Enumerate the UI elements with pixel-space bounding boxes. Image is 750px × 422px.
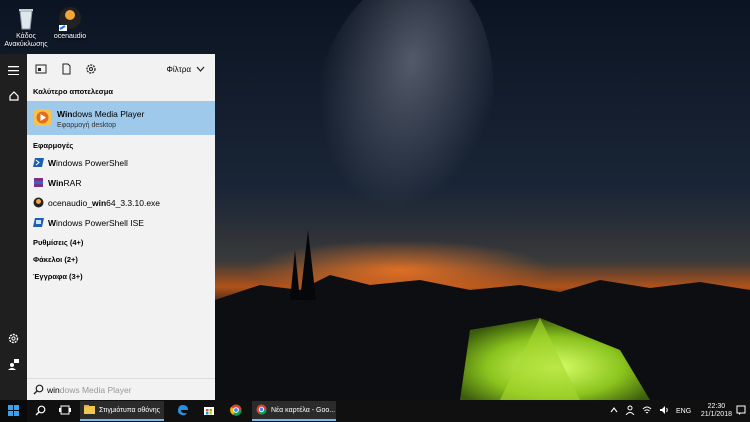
- app-item-powershell-ise[interactable]: Windows PowerShell ISE: [27, 213, 215, 233]
- search-icon: [33, 384, 44, 397]
- best-match-name: Windows Media Player: [57, 109, 145, 119]
- category-documents[interactable]: Έγγραφα (3+): [33, 272, 83, 281]
- hamburger-icon: [8, 65, 19, 77]
- taskbar-app-chrome-window[interactable]: Νέα καρτέλα - Goo...: [252, 401, 336, 421]
- desktop-icon-label: Κάδος Ανακύκλωσης: [4, 33, 48, 48]
- action-center-button[interactable]: [736, 400, 746, 422]
- language-indicator[interactable]: ENG: [676, 408, 691, 415]
- app-item-label: WinRAR: [48, 178, 82, 188]
- edge-icon: [177, 404, 189, 418]
- taskbar-chrome-button[interactable]: [225, 400, 247, 422]
- task-view-button[interactable]: [55, 400, 75, 422]
- home-button[interactable]: [0, 84, 27, 110]
- taskbar-app-label: Στιγμιότυπα οθόνης: [99, 406, 160, 414]
- window-icon: [35, 64, 47, 77]
- home-icon: [8, 91, 19, 103]
- best-match-subtitle: Εφαρμογή desktop: [57, 122, 117, 129]
- clock[interactable]: 22:30 21/1/2018: [701, 403, 732, 419]
- media-player-icon: [34, 109, 51, 128]
- notification-icon: [736, 405, 746, 417]
- taskbar-app-screenshots-folder[interactable]: Στιγμιότυπα οθόνης: [80, 401, 164, 421]
- system-tray: ENG: [610, 400, 691, 422]
- search-input[interactable]: windows Media Player: [27, 378, 215, 401]
- network-icon[interactable]: [642, 405, 652, 417]
- app-item-ocenaudio-installer[interactable]: ocenaudio_win64_3.3.10.exe: [27, 193, 215, 213]
- settings-button[interactable]: [0, 326, 27, 352]
- feedback-button[interactable]: [0, 352, 27, 378]
- volume-icon[interactable]: [659, 405, 669, 417]
- powershell-ise-icon: [33, 217, 44, 228]
- windows-logo-icon: [8, 404, 19, 418]
- app-item-label: Windows PowerShell ISE: [48, 218, 144, 228]
- person-feedback-icon: [8, 358, 19, 372]
- gear-icon: [8, 333, 19, 346]
- best-match-header: Καλύτερο αποτελεσμα: [33, 87, 113, 96]
- ocenaudio-icon: [33, 197, 44, 208]
- start-button[interactable]: [0, 400, 27, 422]
- app-item-powershell[interactable]: Windows PowerShell: [27, 153, 215, 173]
- app-item-label: Windows PowerShell: [48, 158, 128, 168]
- app-item-winrar[interactable]: WinRAR: [27, 173, 215, 193]
- recycle-bin-icon: [13, 5, 39, 31]
- ocenaudio-icon: [57, 5, 83, 31]
- task-view-icon: [59, 405, 71, 417]
- search-query: windows Media Player: [47, 385, 132, 395]
- apps-filter-button[interactable]: [35, 63, 49, 77]
- clock-time: 22:30: [707, 403, 726, 410]
- taskbar: Στιγμιότυπα οθόνης Νέα καρτέλα - Goo...: [0, 400, 750, 422]
- gear-icon: [85, 64, 97, 77]
- winrar-icon: [33, 177, 44, 188]
- taskbar-store-button[interactable]: [198, 400, 220, 422]
- powershell-icon: [33, 157, 44, 168]
- clock-date: 21/1/2018: [700, 411, 732, 418]
- chevron-down-icon: [196, 65, 205, 74]
- search-icon: [35, 405, 46, 418]
- search-results-panel: Φίλτρα Καλύτερο αποτελεσμα Windows Media…: [27, 54, 215, 400]
- desktop-icon-label: ocenaudio: [53, 33, 87, 40]
- chrome-icon: [256, 404, 267, 417]
- category-folders[interactable]: Φάκελοι (2+): [33, 255, 78, 264]
- desktop-icon-ocenaudio[interactable]: ocenaudio: [44, 5, 96, 41]
- app-item-label: ocenaudio_win64_3.3.10.exe: [48, 198, 161, 208]
- taskbar-search-button[interactable]: [30, 400, 50, 422]
- store-bag-icon: [203, 404, 215, 418]
- taskbar-app-label: Νέα καρτέλα - Goo...: [271, 406, 336, 414]
- category-settings[interactable]: Ρυθμίσεις (4+): [33, 238, 83, 247]
- best-match-item[interactable]: Windows Media Player Εφαρμογή desktop: [27, 101, 215, 135]
- search-toolbar: Φίλτρα: [27, 54, 215, 86]
- chrome-icon: [230, 404, 242, 418]
- document-icon: [60, 63, 72, 77]
- hamburger-menu-button[interactable]: [0, 58, 27, 84]
- folder-icon: [84, 404, 95, 416]
- start-menu-rail: [0, 54, 27, 400]
- filters-label: Φίλτρα: [166, 65, 192, 74]
- taskbar-edge-button[interactable]: [172, 400, 194, 422]
- show-hidden-icons-chevron-icon[interactable]: [610, 407, 618, 415]
- people-icon[interactable]: [625, 405, 635, 417]
- settings-filter-button[interactable]: [85, 63, 99, 77]
- documents-filter-button[interactable]: [60, 63, 74, 77]
- apps-header: Εφαρμογές: [33, 141, 74, 150]
- filters-dropdown[interactable]: Φίλτρα: [167, 65, 206, 74]
